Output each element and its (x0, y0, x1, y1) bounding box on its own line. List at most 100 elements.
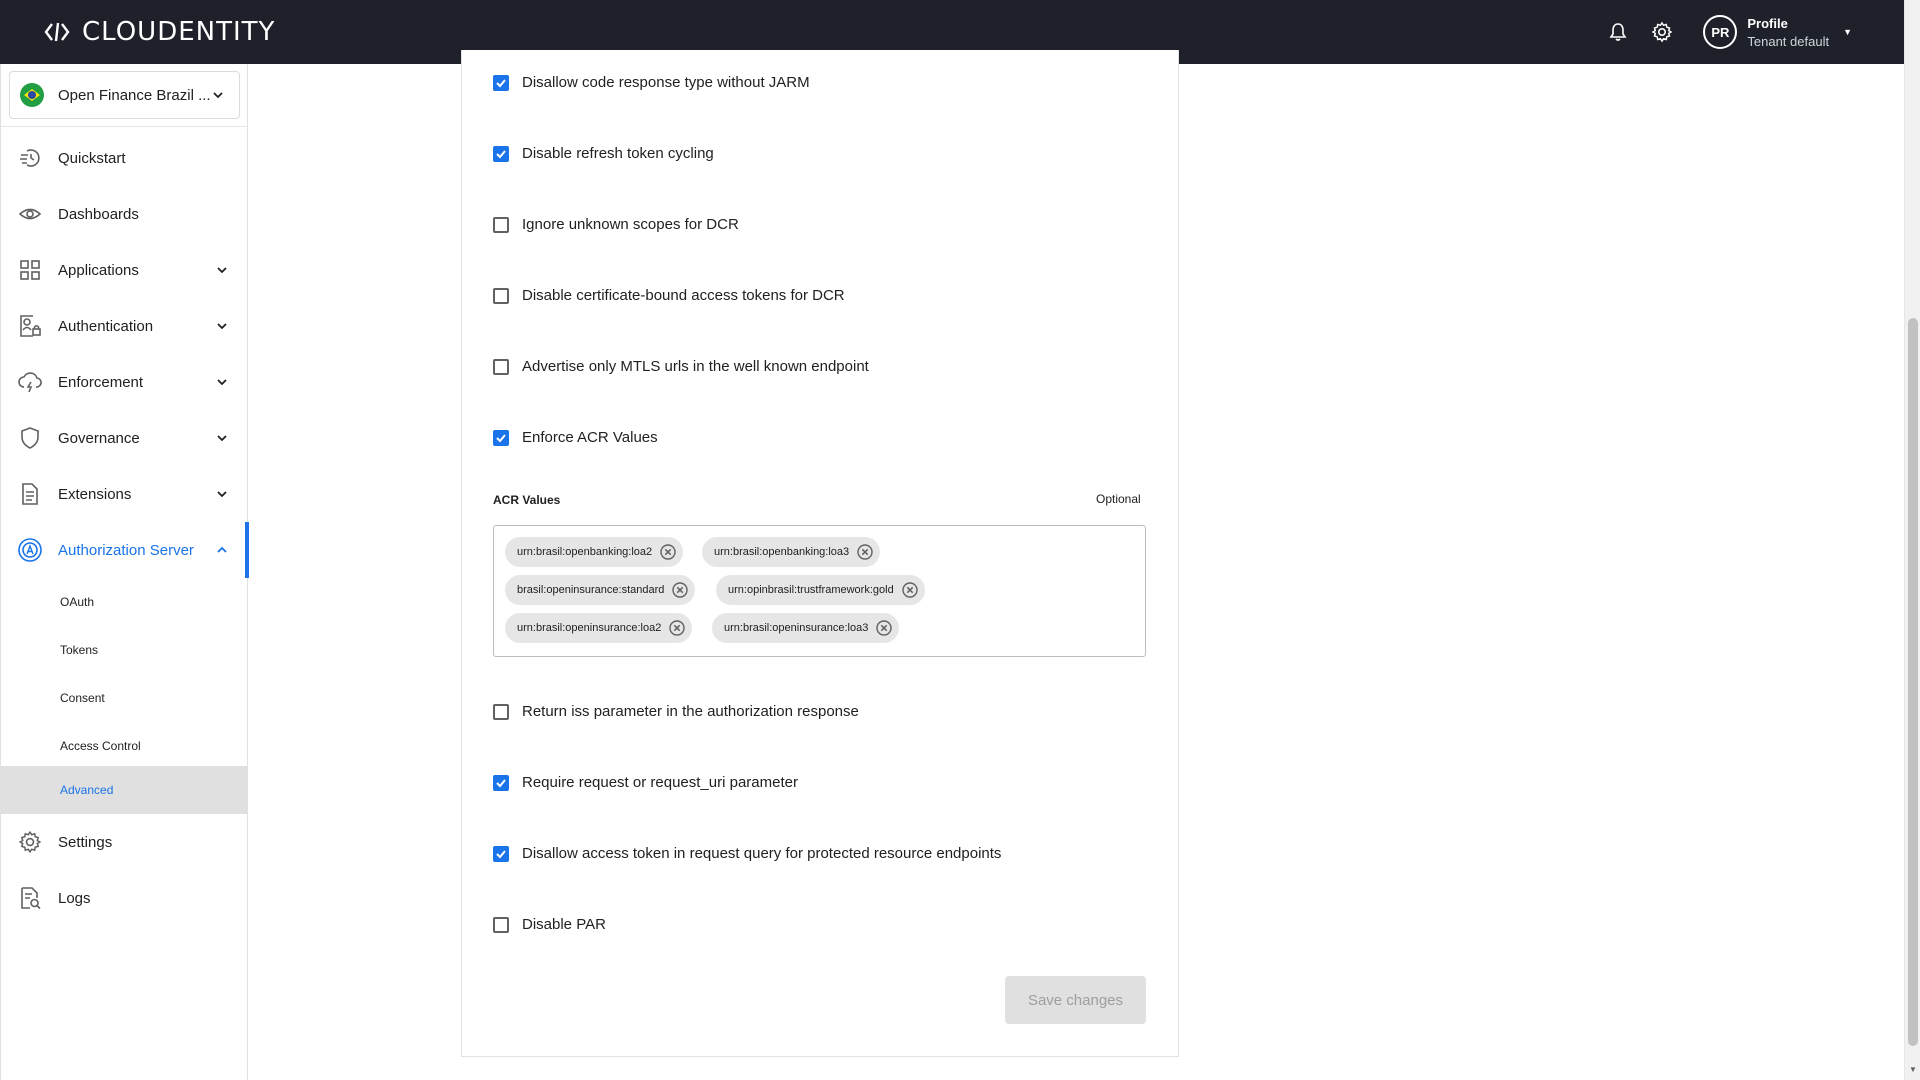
acr-values-input[interactable]: urn:brasil:openbanking:loa2 urn:brasil:o… (493, 525, 1146, 657)
checkbox-disable-refresh-token-cycling[interactable]: Disable refresh token cycling (493, 145, 714, 162)
acr-values-label: ACR Values (493, 493, 561, 507)
sidebar-item-label: Authorization Server (58, 541, 194, 559)
chip-label: brasil:openinsurance:standard (517, 584, 665, 596)
shield-icon (17, 425, 43, 451)
profile-tenant: Tenant default (1747, 33, 1830, 49)
checkbox-label: Disallow code response type without JARM (522, 74, 810, 91)
checkbox-disable-cert-bound-tokens-dcr[interactable]: Disable certificate-bound access tokens … (493, 287, 845, 304)
sidebar-item-label: Dashboards (58, 205, 139, 223)
sidebar-item-dashboards[interactable]: Dashboards (1, 186, 248, 242)
sidebar-subitem-advanced[interactable]: Advanced (1, 766, 248, 814)
gear-icon[interactable] (1651, 21, 1673, 43)
checkbox-enforce-acr-values[interactable]: Enforce ACR Values (493, 429, 658, 446)
brazil-flag-icon (20, 83, 44, 107)
profile-menu[interactable]: Profile Tenant default ▼ (1747, 16, 1852, 49)
sidebar-item-label: Extensions (58, 485, 132, 503)
remove-chip-icon[interactable] (901, 582, 918, 598)
checkbox-advertise-only-mtls-urls[interactable]: Advertise only MTLS urls in the well kno… (493, 358, 869, 375)
chip-label: urn:opinbrasil:trustframework:gold (728, 584, 894, 596)
eye-icon (17, 201, 43, 227)
checkbox-label: Ignore unknown scopes for DCR (522, 216, 739, 233)
sidebar-item-enforcement[interactable]: Enforcement (1, 354, 248, 410)
chevron-down-icon (217, 267, 227, 274)
sidebar-subitem-tokens[interactable]: Tokens (1, 626, 248, 674)
scroll-down-arrow-icon[interactable]: ▼ (1909, 1065, 1917, 1074)
chevron-down-icon (217, 491, 227, 498)
checkbox[interactable] (493, 74, 509, 91)
chevron-up-icon (217, 546, 227, 553)
checkbox-label: Disallow access token in request query f… (522, 845, 1002, 862)
sidebar-item-applications[interactable]: Applications (1, 242, 248, 298)
sidebar-item-authentication[interactable]: Authentication (1, 298, 248, 354)
avatar[interactable]: PR (1703, 15, 1738, 49)
acr-value-chip: brasil:openinsurance:standard (505, 575, 696, 605)
checkbox-return-iss-parameter[interactable]: Return iss parameter in the authorizatio… (493, 703, 859, 720)
acr-value-chip: urn:brasil:openbanking:loa2 (505, 537, 684, 567)
authentication-icon (17, 313, 43, 339)
checkbox-label: Require request or request_uri parameter (522, 774, 798, 791)
checkbox-label: Disable certificate-bound access tokens … (522, 287, 845, 304)
sidebar-subitem-oauth[interactable]: OAuth (1, 578, 248, 626)
sidebar-item-extensions[interactable]: Extensions (1, 466, 248, 522)
sidebar-subitem-label: Advanced (60, 783, 114, 797)
grid-icon (17, 257, 43, 283)
save-changes-button[interactable]: Save changes (1005, 976, 1146, 1024)
checkbox[interactable] (493, 845, 509, 862)
sidebar-subitem-label: Tokens (60, 643, 99, 657)
sidebar-item-authorization-server[interactable]: Authorization Server (1, 522, 249, 578)
remove-chip-icon[interactable] (660, 544, 676, 560)
checkbox[interactable] (493, 216, 509, 233)
scrollbar-thumb[interactable] (1908, 318, 1918, 1046)
bell-icon[interactable] (1607, 21, 1629, 43)
checkbox[interactable] (493, 145, 509, 162)
checkbox-disable-par[interactable]: Disable PAR (493, 916, 606, 933)
cloudentity-logo-icon (44, 22, 70, 42)
sidebar-item-quickstart[interactable]: Quickstart (1, 130, 248, 186)
sidebar-item-governance[interactable]: Governance (1, 410, 248, 466)
sidebar-item-label: Logs (58, 889, 91, 907)
sidebar-item-logs[interactable]: Logs (1, 870, 248, 926)
checkbox[interactable] (493, 358, 509, 375)
checkbox-disallow-access-token-in-query[interactable]: Disallow access token in request query f… (493, 845, 1001, 862)
chip-label: urn:brasil:openinsurance:loa3 (724, 622, 869, 634)
checkbox[interactable] (493, 429, 509, 446)
remove-chip-icon[interactable] (672, 582, 689, 598)
acr-value-chip: urn:brasil:openinsurance:loa2 (505, 613, 693, 643)
chip-label: urn:brasil:openbanking:loa3 (714, 546, 850, 558)
page-scrollbar[interactable]: ▼ (1904, 0, 1920, 1080)
logs-icon (17, 885, 43, 911)
profile-name: Profile (1747, 15, 1788, 31)
workspace-name: Open Finance Brazil ... (58, 86, 211, 104)
checkbox[interactable] (493, 774, 509, 791)
sidebar-item-label: Authentication (58, 317, 154, 335)
sidebar-subitem-label: Access Control (60, 739, 141, 753)
acr-value-chip: urn:opinbrasil:trustframework:gold (716, 575, 925, 605)
checkbox-label: Advertise only MTLS urls in the well kno… (522, 358, 869, 375)
quickstart-icon (17, 145, 43, 171)
checkbox[interactable] (493, 287, 509, 304)
checkbox-disallow-code-response-without-jarm[interactable]: Disallow code response type without JARM (493, 74, 810, 91)
chevron-down-icon (217, 323, 227, 330)
brand-logo[interactable]: CLOUDENTITY (44, 17, 275, 47)
sidebar-subitem-access-control[interactable]: Access Control (1, 722, 248, 770)
authorization-server-icon (17, 537, 43, 563)
remove-chip-icon[interactable] (876, 620, 893, 636)
document-icon (17, 481, 43, 507)
sidebar-item-label: Enforcement (58, 373, 144, 391)
checkbox-require-request-or-request-uri[interactable]: Require request or request_uri parameter (493, 774, 798, 791)
checkbox[interactable] (493, 916, 509, 933)
checkbox[interactable] (493, 703, 509, 720)
acr-value-chip: urn:brasil:openbanking:loa3 (702, 537, 881, 567)
sidebar-item-label: Governance (58, 429, 140, 447)
checkbox-label: Disable PAR (522, 916, 606, 933)
sidebar-item-settings[interactable]: Settings (1, 814, 248, 870)
workspace-selector[interactable]: Open Finance Brazil ... (9, 71, 240, 119)
acr-value-chip: urn:brasil:openinsurance:loa3 (712, 613, 900, 643)
sidebar-subitem-consent[interactable]: Consent (1, 674, 248, 722)
remove-chip-icon[interactable] (857, 544, 873, 560)
checkbox-ignore-unknown-scopes-dcr[interactable]: Ignore unknown scopes for DCR (493, 216, 739, 233)
chip-label: urn:brasil:openbanking:loa2 (517, 546, 653, 558)
sidebar: Open Finance Brazil ... Quickstart Dashb… (0, 64, 249, 1080)
checkbox-label: Disable refresh token cycling (522, 145, 714, 162)
remove-chip-icon[interactable] (669, 620, 686, 636)
